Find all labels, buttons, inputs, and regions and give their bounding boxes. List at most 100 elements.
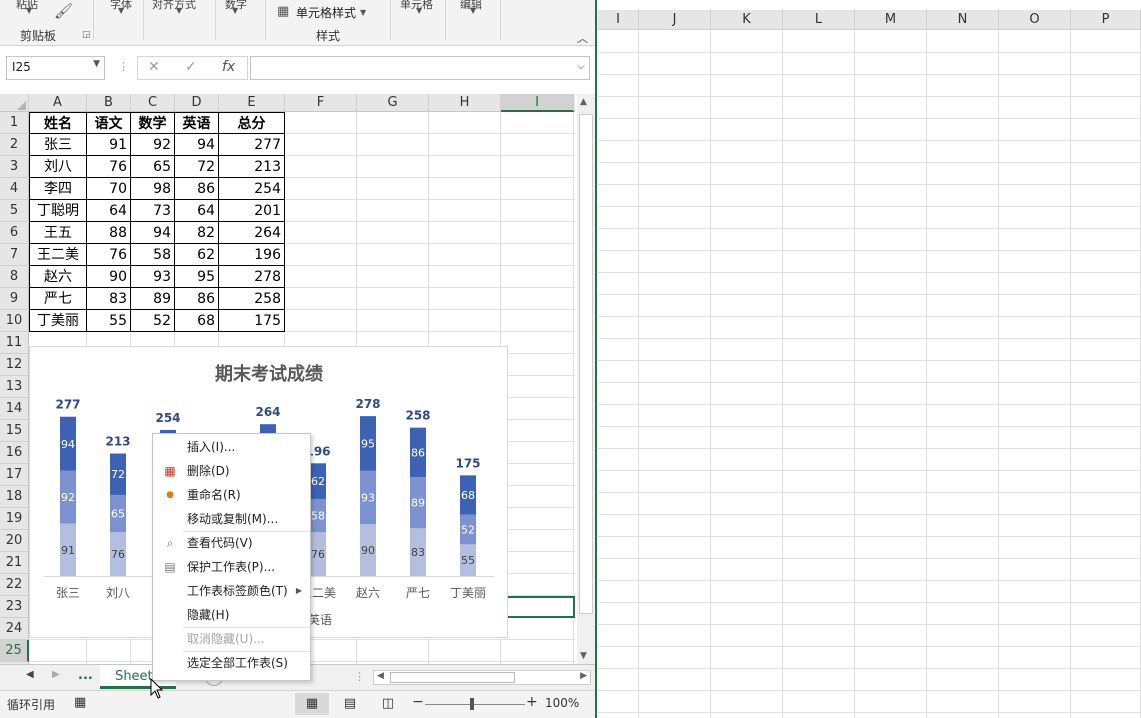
dialog-launcher-icon[interactable]: ◲ (82, 30, 91, 40)
student-name-cell[interactable]: 赵六 (29, 266, 87, 288)
score-cell[interactable]: 201 (219, 200, 285, 222)
score-cell[interactable]: 86 (175, 178, 219, 200)
row-header-5[interactable]: 5 (0, 200, 29, 222)
chevron-down-icon[interactable]: ▼ (416, 6, 422, 15)
row-header-14[interactable]: 14 (0, 398, 29, 420)
chevron-down-icon[interactable]: ▼ (470, 6, 476, 15)
chevron-down-icon[interactable]: ▼ (93, 59, 100, 69)
enter-icon[interactable]: ✓ (185, 59, 197, 75)
collapse-ribbon-icon[interactable]: ︿ (577, 30, 588, 46)
page-break-view-button[interactable]: ◫ (371, 693, 405, 715)
grip-icon[interactable]: ⋮ (354, 670, 365, 683)
student-name-cell[interactable]: 王五 (29, 222, 87, 244)
score-cell[interactable]: 94 (175, 134, 219, 156)
student-name-cell[interactable]: 刘八 (29, 156, 87, 178)
chevron-down-icon[interactable]: ▼ (360, 8, 366, 17)
accessibility-icon[interactable]: ▦ (74, 695, 86, 710)
context-menu-item-6[interactable]: 工作表标签颜色(T) ▶ (153, 579, 310, 603)
chevron-down-icon[interactable]: ▼ (26, 6, 32, 15)
row-header-21[interactable]: 21 (0, 552, 29, 574)
row-header-23[interactable]: 23 (0, 596, 29, 618)
score-cell[interactable]: 82 (175, 222, 219, 244)
chevron-down-icon[interactable]: ▼ (232, 6, 238, 15)
score-cell[interactable]: 278 (219, 266, 285, 288)
table-header-cell[interactable]: 总分 (219, 112, 285, 134)
table-header-cell[interactable]: 英语 (175, 112, 219, 134)
score-cell[interactable]: 83 (87, 288, 131, 310)
column-header-e[interactable]: E (219, 94, 285, 112)
zoom-slider-knob[interactable] (470, 698, 474, 710)
student-name-cell[interactable]: 严七 (29, 288, 87, 310)
align-group-button[interactable]: 对齐方式 (152, 0, 196, 12)
score-cell[interactable]: 92 (131, 134, 175, 156)
zoom-out-button[interactable]: − (412, 694, 424, 710)
row-header-10[interactable]: 10 (0, 310, 29, 332)
row-header-20[interactable]: 20 (0, 530, 29, 552)
tab-more-button[interactable]: ... (78, 668, 93, 683)
zoom-level[interactable]: 100% (545, 696, 579, 710)
score-cell[interactable]: 52 (131, 310, 175, 332)
formula-input[interactable]: ⌵ (250, 56, 590, 80)
score-cell[interactable]: 175 (219, 310, 285, 332)
score-cell[interactable]: 254 (219, 178, 285, 200)
student-name-cell[interactable]: 丁聪明 (29, 200, 87, 222)
chevron-down-icon[interactable]: ▼ (176, 6, 182, 15)
tab-next-icon[interactable]: ▶ (52, 669, 60, 680)
row-header-7[interactable]: 7 (0, 244, 29, 266)
table-header-cell[interactable]: 数学 (131, 112, 175, 134)
row-header-19[interactable]: 19 (0, 508, 29, 530)
score-cell[interactable]: 277 (219, 134, 285, 156)
score-cell[interactable]: 64 (87, 200, 131, 222)
score-cell[interactable]: 76 (87, 156, 131, 178)
cancel-icon[interactable]: ✕ (148, 59, 160, 75)
score-cell[interactable]: 93 (131, 266, 175, 288)
context-menu-item-3[interactable]: 移动或复制(M)... (153, 507, 310, 531)
score-cell[interactable]: 72 (175, 156, 219, 178)
score-cell[interactable]: 68 (175, 310, 219, 332)
vertical-scrollbar[interactable]: ▲ ▼ (577, 94, 595, 664)
select-all-corner[interactable] (0, 94, 29, 112)
row-header-25[interactable]: 25 (0, 640, 29, 662)
score-cell[interactable]: 86 (175, 288, 219, 310)
row-header-4[interactable]: 4 (0, 178, 29, 200)
row-header-11[interactable]: 11 (0, 332, 29, 354)
row-header-22[interactable]: 22 (0, 574, 29, 596)
context-menu-item-4[interactable]: ⌕ 查看代码(V) (153, 531, 310, 555)
column-header-g[interactable]: G (357, 94, 429, 112)
grip-icon[interactable]: ⋮ (118, 60, 129, 73)
context-menu-item-9[interactable]: 选定全部工作表(S) (153, 651, 310, 675)
table-header-cell[interactable]: 姓名 (29, 112, 87, 134)
cell-styles-button[interactable]: 单元格样式 (296, 4, 356, 21)
score-cell[interactable]: 64 (175, 200, 219, 222)
horizontal-scrollbar[interactable]: ◀ ▶ (373, 670, 591, 685)
row-header-9[interactable]: 9 (0, 288, 29, 310)
column-header-b[interactable]: B (87, 94, 131, 112)
chevron-down-icon[interactable]: ▼ (118, 6, 124, 15)
context-menu-item-0[interactable]: 插入(I)... (153, 435, 310, 459)
active-cell-i25[interactable] (502, 596, 575, 618)
score-cell[interactable]: 58 (131, 244, 175, 266)
zoom-slider[interactable] (425, 704, 525, 705)
score-cell[interactable]: 55 (87, 310, 131, 332)
student-name-cell[interactable]: 丁美丽 (29, 310, 87, 332)
name-box[interactable]: I25 ▼ (6, 56, 105, 80)
score-cell[interactable]: 91 (87, 134, 131, 156)
score-cell[interactable]: 213 (219, 156, 285, 178)
context-menu-item-7[interactable]: 隐藏(H) (153, 603, 310, 627)
context-menu-item-1[interactable]: ▦ 删除(D) (153, 459, 310, 483)
row-header-6[interactable]: 6 (0, 222, 29, 244)
page-layout-view-button[interactable]: ▤ (333, 693, 367, 715)
row-header-24[interactable]: 24 (0, 618, 29, 640)
score-cell[interactable]: 94 (131, 222, 175, 244)
column-header-h[interactable]: H (429, 94, 501, 112)
zoom-in-button[interactable]: + (526, 694, 538, 710)
context-menu-item-5[interactable]: ▤ 保护工作表(P)... (153, 555, 310, 579)
column-header-d[interactable]: D (175, 94, 219, 112)
row-header-3[interactable]: 3 (0, 156, 29, 178)
score-cell[interactable]: 70 (87, 178, 131, 200)
score-cell[interactable]: 65 (131, 156, 175, 178)
score-cell[interactable]: 90 (87, 266, 131, 288)
score-cell[interactable]: 89 (131, 288, 175, 310)
scroll-up-icon[interactable]: ▲ (580, 97, 587, 107)
table-header-cell[interactable]: 语文 (87, 112, 131, 134)
